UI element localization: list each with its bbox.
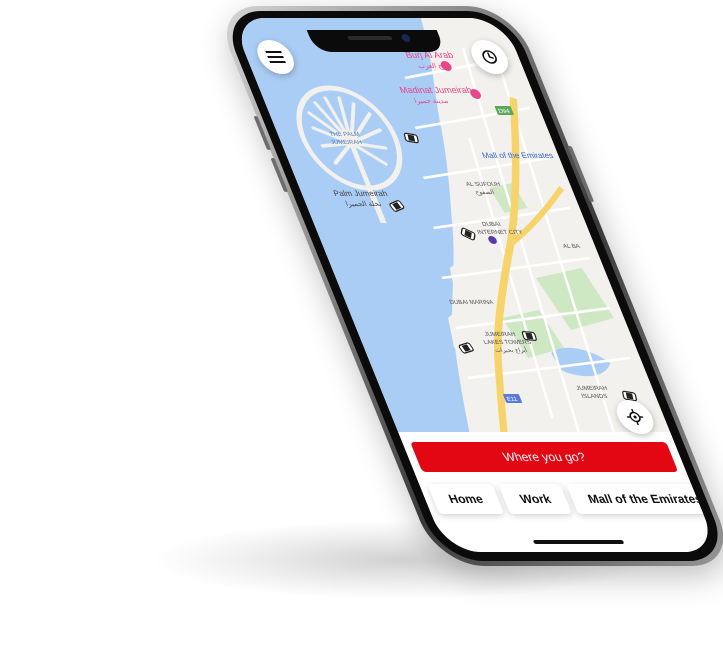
- map-view[interactable]: Burj Al Arab برج العرب Madinat Jumeirah …: [230, 18, 673, 438]
- quick-destinations: Home Work Mall of the Emirates: [427, 484, 719, 514]
- phone: Burj Al Arab برج العرب Madinat Jumeirah …: [212, 6, 723, 566]
- home-indicator[interactable]: [532, 540, 625, 544]
- chip-home[interactable]: Home: [427, 484, 505, 514]
- map-label: JUMEIRAH: [330, 139, 363, 146]
- chip-work[interactable]: Work: [498, 484, 573, 514]
- map-label: Mall of the Emirates: [480, 150, 555, 160]
- crosshair-locate-icon: [626, 409, 644, 425]
- map-label: أبراج بحيرات: [493, 345, 529, 354]
- notch: [306, 30, 446, 52]
- where-to-button[interactable]: Where you go?: [410, 442, 679, 472]
- bottom-sheet: Where you go? Home Work Mall of the Emir…: [398, 432, 719, 552]
- map-label: AL BA: [562, 243, 582, 250]
- map-label: Palm Jumeirah: [332, 188, 390, 198]
- device-mockup: Burj Al Arab برج العرب Madinat Jumeirah …: [0, 0, 723, 645]
- map-label: Madinat Jumeirah: [398, 85, 473, 95]
- map-label: INTERNET CITY: [476, 229, 525, 236]
- phone-screen: Burj Al Arab برج العرب Madinat Jumeirah …: [230, 18, 719, 552]
- map-label: الصفوح: [474, 189, 496, 196]
- map-label: JUMEIRAH: [575, 385, 608, 392]
- map-label: مدينة جميرا: [412, 96, 449, 105]
- camera-icon: [400, 34, 412, 42]
- map-label: AL SUFOUH: [465, 181, 502, 188]
- map-label: برج العرب: [416, 61, 450, 70]
- hamburger-menu-icon: [265, 51, 287, 63]
- map-label: DUBAI MARINA: [448, 299, 495, 306]
- map-label: JUMEIRAH: [483, 331, 516, 338]
- map-label: LAKES TOWERS: [483, 339, 533, 346]
- map-label: ISLANDS: [580, 393, 608, 400]
- speaker-icon: [347, 36, 393, 40]
- clock-history-icon: [482, 50, 497, 64]
- map-label: DUBAI: [481, 221, 502, 228]
- map-label: THE PALM: [329, 131, 361, 138]
- map-label: نخلة الجميرا: [344, 199, 382, 208]
- map-canvas[interactable]: Burj Al Arab برج العرب Madinat Jumeirah …: [230, 18, 673, 438]
